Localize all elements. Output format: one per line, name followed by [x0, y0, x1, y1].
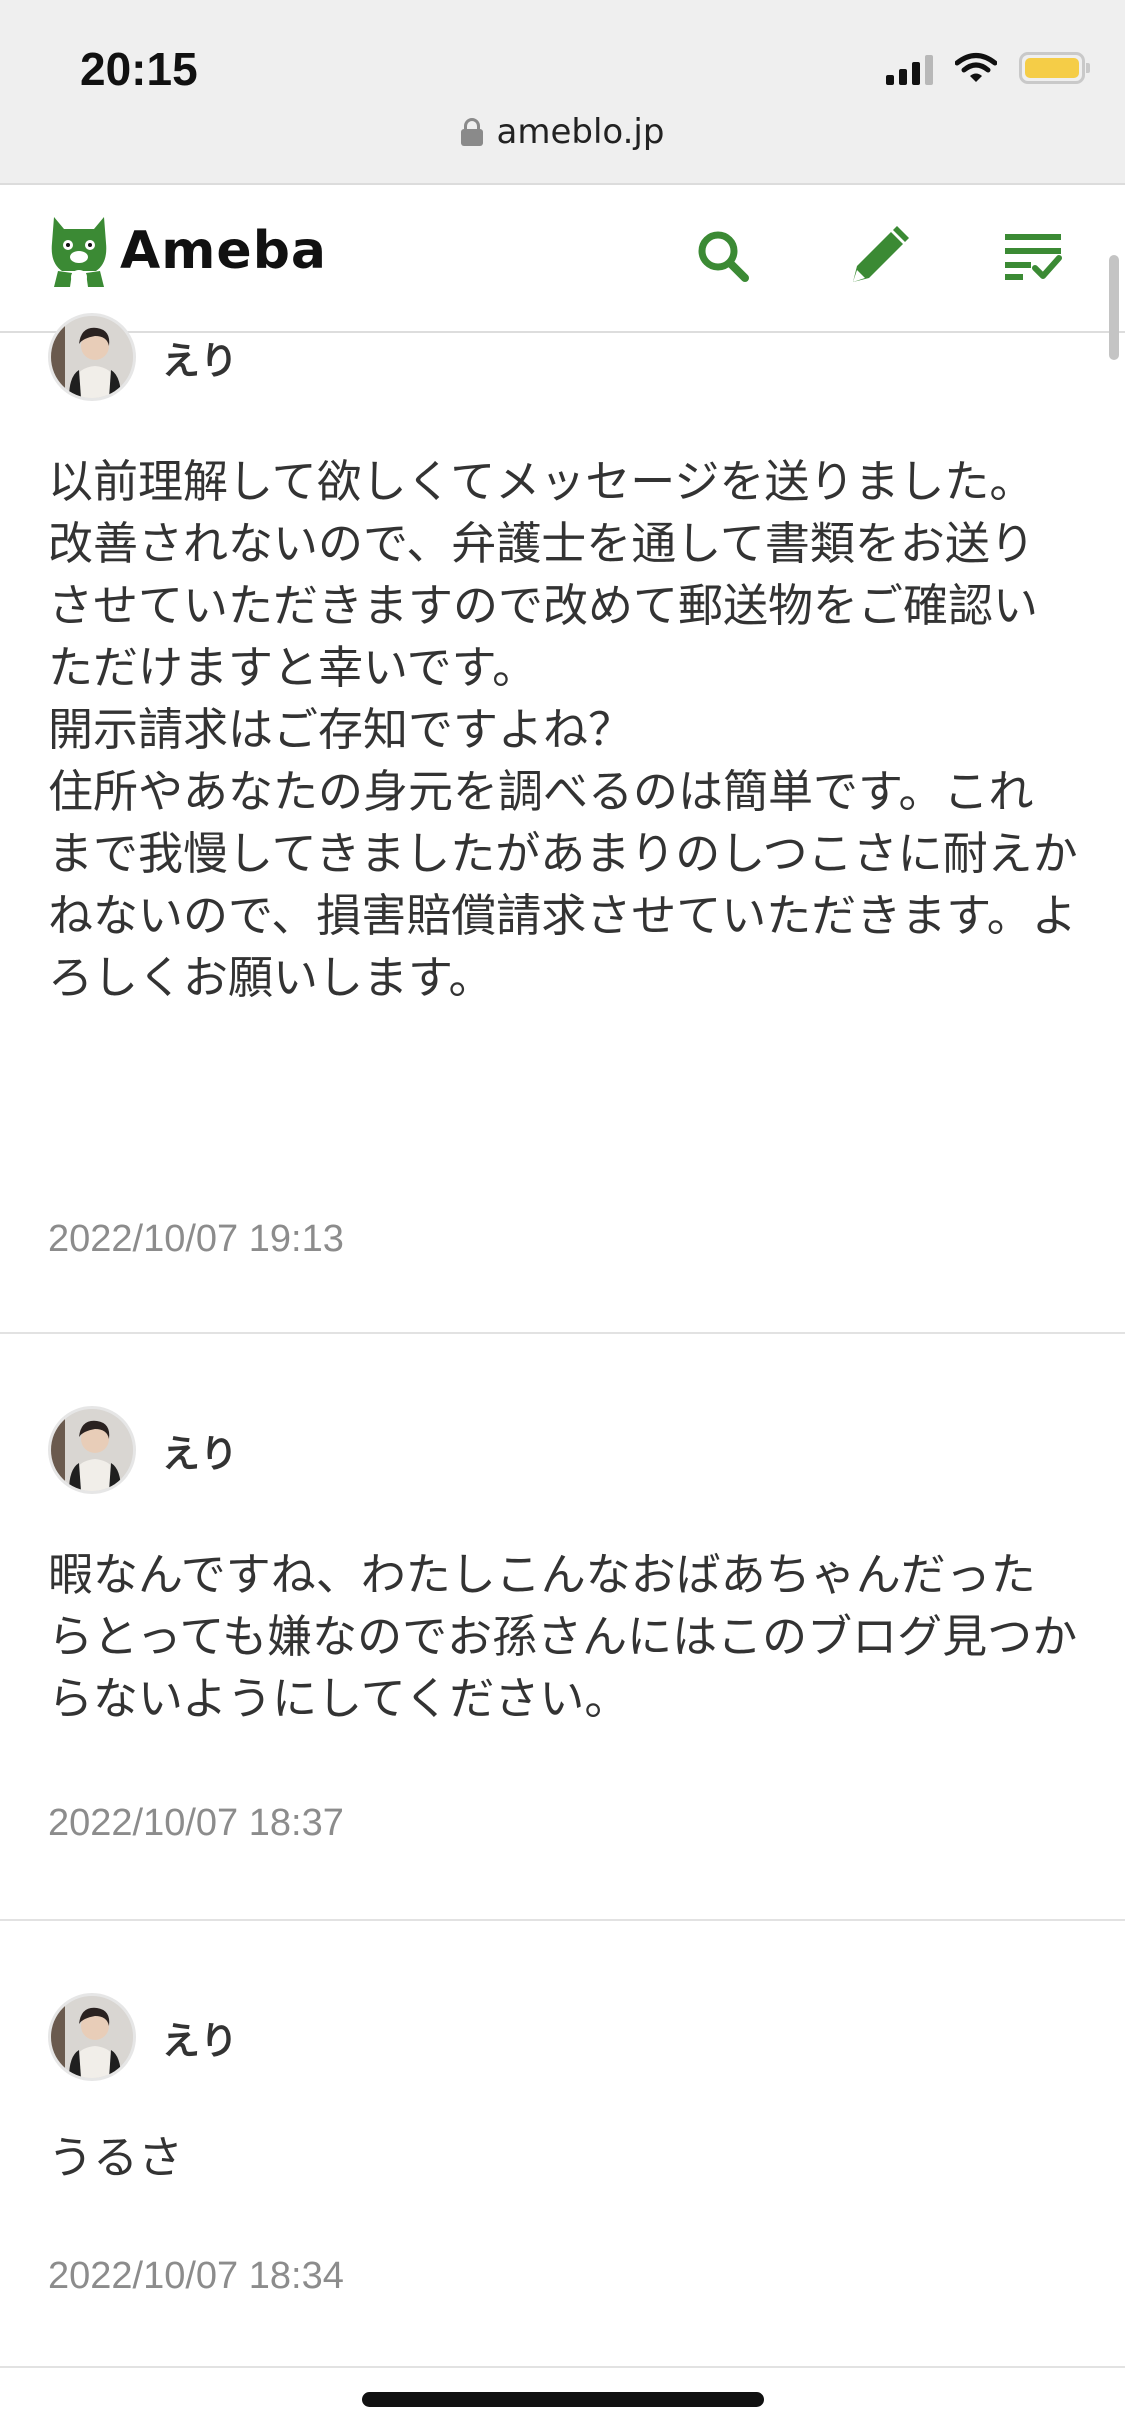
url-text: ameblo.jp — [496, 112, 665, 152]
status-icons — [886, 48, 1090, 88]
status-time: 20:15 — [80, 43, 198, 95]
comment-item: えり うるさ 2022/10/07 18:34 — [0, 1921, 1125, 2368]
pencil-icon — [853, 226, 909, 282]
comment-text: 以前理解して欲しくてメッセージを送りました。 改善されないので、弁護士を通して書… — [48, 455, 1078, 1004]
address-bar[interactable]: ameblo.jp — [0, 112, 1125, 152]
avatar — [48, 313, 136, 401]
avatar — [48, 1993, 136, 2081]
author-name: えり — [162, 338, 239, 383]
author-name: えり — [162, 1431, 239, 1476]
cellular-signal-icon — [886, 51, 933, 85]
comment-item: えり 以前理解して欲しくてメッセージを送りました。 改善されないので、弁護士を通… — [0, 313, 1125, 1334]
comment-item: えり 暇なんですね、わたしこんなおばあちゃんだったらとっても嫌なのでお孫さんには… — [0, 1334, 1125, 1921]
feed-button[interactable] — [998, 221, 1068, 291]
comment-author[interactable]: えり — [48, 313, 238, 401]
comment-author[interactable]: えり — [48, 1993, 238, 2081]
scrollbar[interactable] — [1109, 255, 1119, 360]
comment-text: 暇なんですね、わたしこんなおばあちゃんだったらとっても嫌なのでお孫さんにはこのブ… — [48, 1548, 1078, 1725]
logo-text: Ameba — [120, 221, 328, 281]
write-post-button[interactable] — [844, 221, 914, 291]
comment-date: 2022/10/07 18:34 — [48, 2255, 344, 2297]
ameba-logo[interactable]: Ameba — [46, 213, 327, 289]
lock-icon — [460, 118, 483, 146]
comment-text: うるさ — [48, 2131, 184, 2184]
comment-author[interactable]: えり — [48, 1406, 238, 1494]
search-icon — [698, 231, 749, 282]
search-button[interactable] — [688, 221, 758, 291]
battery-level — [1025, 58, 1079, 78]
author-name: えり — [162, 2018, 239, 2063]
avatar — [48, 1406, 136, 1494]
ameba-mascot-icon — [51, 217, 107, 287]
app-header: Ameba — [0, 185, 1125, 333]
comment-date: 2022/10/07 18:37 — [48, 1802, 344, 1844]
status-bar: 20:15 ameblo.jp — [0, 0, 1125, 185]
home-indicator[interactable] — [362, 2392, 764, 2407]
comment-date: 2022/10/07 19:13 — [48, 1218, 344, 1260]
feed-list-icon — [1005, 234, 1062, 280]
battery-icon — [1019, 52, 1090, 84]
wifi-icon — [955, 53, 997, 82]
